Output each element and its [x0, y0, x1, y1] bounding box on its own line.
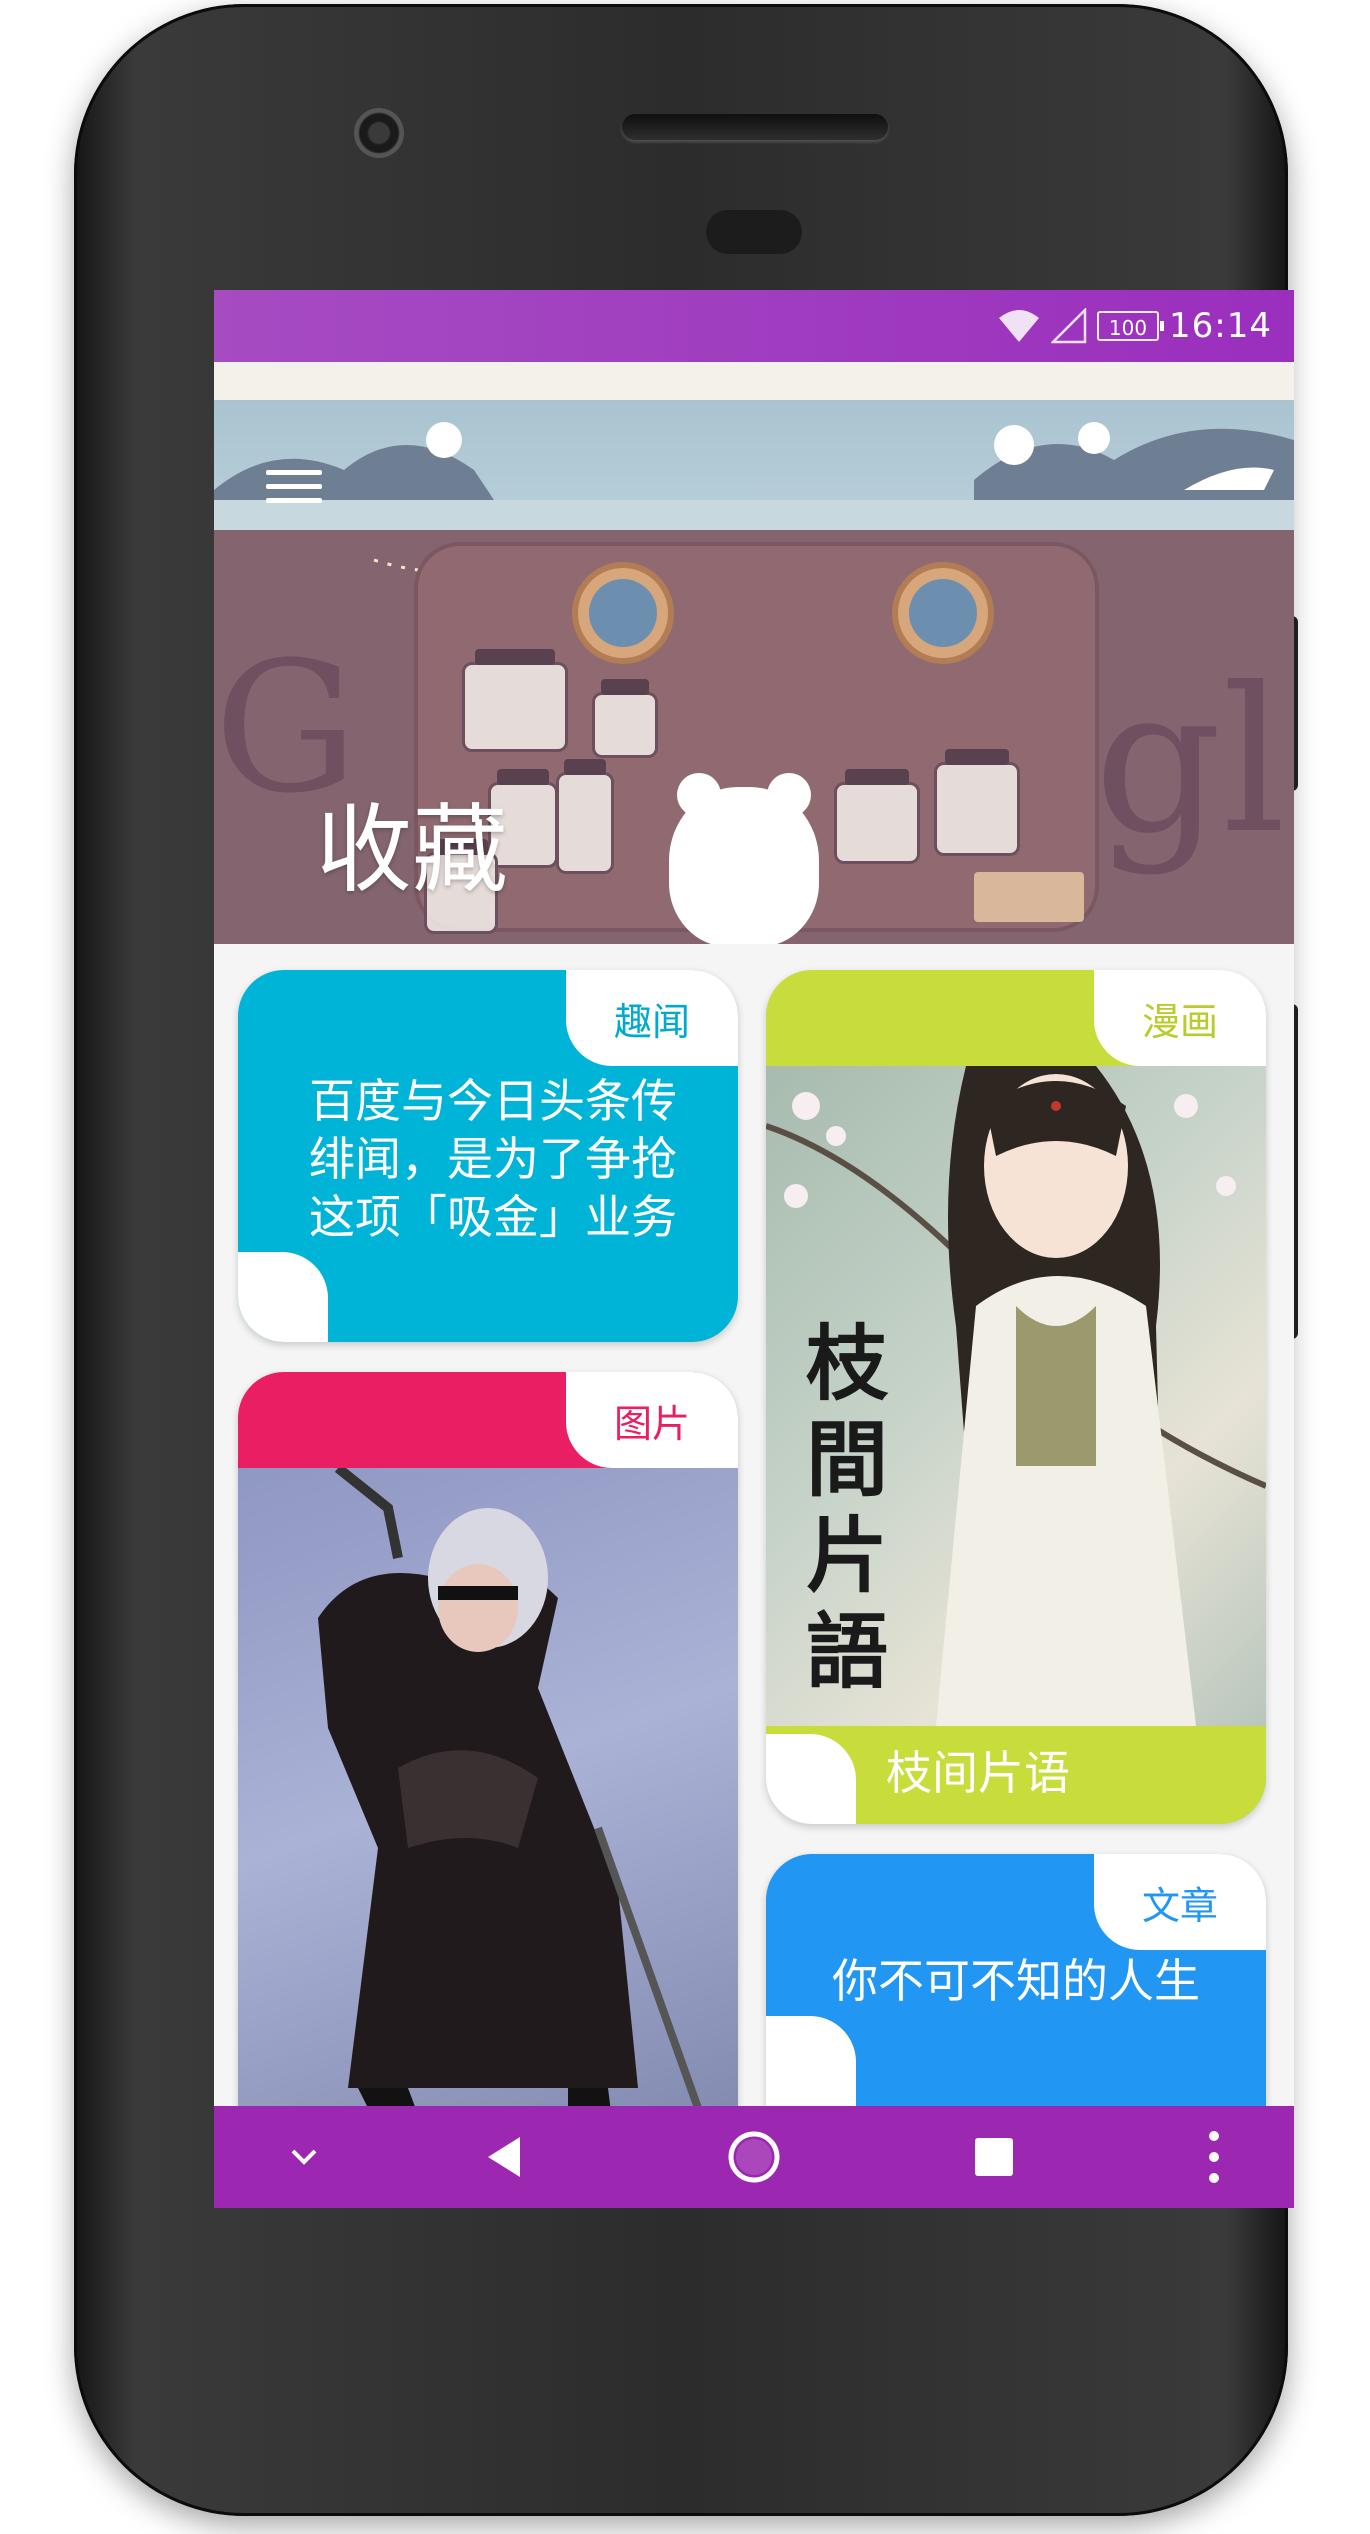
banner-winter-scene — [214, 400, 1294, 530]
card-tag: 文章 — [1094, 1854, 1266, 1950]
battery-level: 100 — [1108, 316, 1148, 340]
calligraphy-char: 語 — [805, 1604, 888, 1700]
page-title: 收藏 — [316, 794, 508, 906]
cosplay-photo — [238, 1468, 738, 2152]
status-bar: 100 16:14 — [214, 290, 1294, 362]
recipe-box — [974, 872, 1084, 922]
nut-jar — [592, 679, 658, 758]
card-fun-news[interactable]: 趣闻 百度与今日头条传 绯闻，是为了争抢 这项「吸金」业务 — [238, 970, 738, 1342]
header-banner: G gle 收藏 — [214, 362, 1294, 944]
more-vert-icon[interactable] — [1174, 2106, 1254, 2208]
headline-line: 这项「吸金」业务 — [309, 1190, 677, 1244]
card-tag-label: 图片 — [613, 1401, 690, 1446]
headline-line: 你不可不知的人生 — [832, 1954, 1200, 2008]
banner-sky — [214, 362, 1294, 400]
hamburger-menu-icon[interactable] — [266, 470, 322, 514]
status-clock: 16:14 — [1169, 306, 1272, 346]
card-picture[interactable]: 图片 — [238, 1372, 738, 2152]
article-headline: 你不可不知的人生 — [786, 1952, 1246, 2010]
snow-bear-mascot — [669, 773, 819, 944]
card-tag: 趣闻 — [566, 970, 738, 1066]
headline-line: 绯闻，是为了争抢 — [309, 1132, 677, 1186]
card-corner — [238, 1252, 328, 1342]
berry-jar — [462, 649, 568, 752]
comic-caption: 枝间片语 — [886, 1746, 1070, 1800]
proximity-sensor — [706, 210, 802, 254]
card-tag-label: 趣闻 — [613, 999, 690, 1044]
battery-icon: 100 — [1097, 311, 1165, 341]
card-tag-label: 文章 — [1141, 1883, 1218, 1928]
winter-hills-illustration — [214, 422, 1294, 530]
recents-icon[interactable] — [944, 2106, 1044, 2208]
embroidery-hoop-left — [572, 562, 674, 664]
comic-title-calligraphy: 枝 間 片 語 — [792, 1316, 902, 1700]
calligraphy-char: 間 — [805, 1412, 888, 1508]
home-icon[interactable] — [704, 2106, 804, 2208]
embroidery-hoop-right — [892, 562, 994, 664]
svg-text:gle: gle — [1094, 645, 1294, 878]
front-camera — [354, 108, 404, 158]
card-corner — [766, 1734, 856, 1824]
signal-icon — [1051, 308, 1087, 344]
card-tag: 漫画 — [1094, 970, 1266, 1066]
back-icon[interactable] — [464, 2106, 544, 2208]
screen: 100 16:14 G gle — [214, 290, 1294, 2208]
headline-line: 百度与今日头条传 — [309, 1074, 677, 1128]
earpiece-speaker — [622, 114, 888, 140]
card-corner — [766, 2016, 856, 2106]
card-headline: 百度与今日头条传 绯闻，是为了争抢 这项「吸金」业务 — [278, 1072, 708, 1246]
calligraphy-char: 枝 — [805, 1316, 888, 1412]
chevron-down-icon[interactable] — [264, 2106, 344, 2208]
card-comic[interactable]: 枝 間 片 語 漫画 枝间片语 — [766, 970, 1266, 1824]
calligraphy-char: 片 — [805, 1508, 888, 1604]
cosplay-figure-illustration — [318, 1468, 702, 2152]
grain-jar — [556, 759, 614, 874]
comic-cover-image: 枝 間 片 語 — [766, 1066, 1266, 1726]
cookie-jar — [834, 769, 920, 864]
navigation-bar — [214, 2106, 1294, 2208]
seed-jar — [934, 749, 1020, 856]
card-tag: 图片 — [566, 1372, 738, 1468]
wifi-icon — [999, 310, 1040, 342]
card-tag-label: 漫画 — [1141, 999, 1218, 1044]
phone-frame: 100 16:14 G gle — [74, 4, 1298, 2516]
